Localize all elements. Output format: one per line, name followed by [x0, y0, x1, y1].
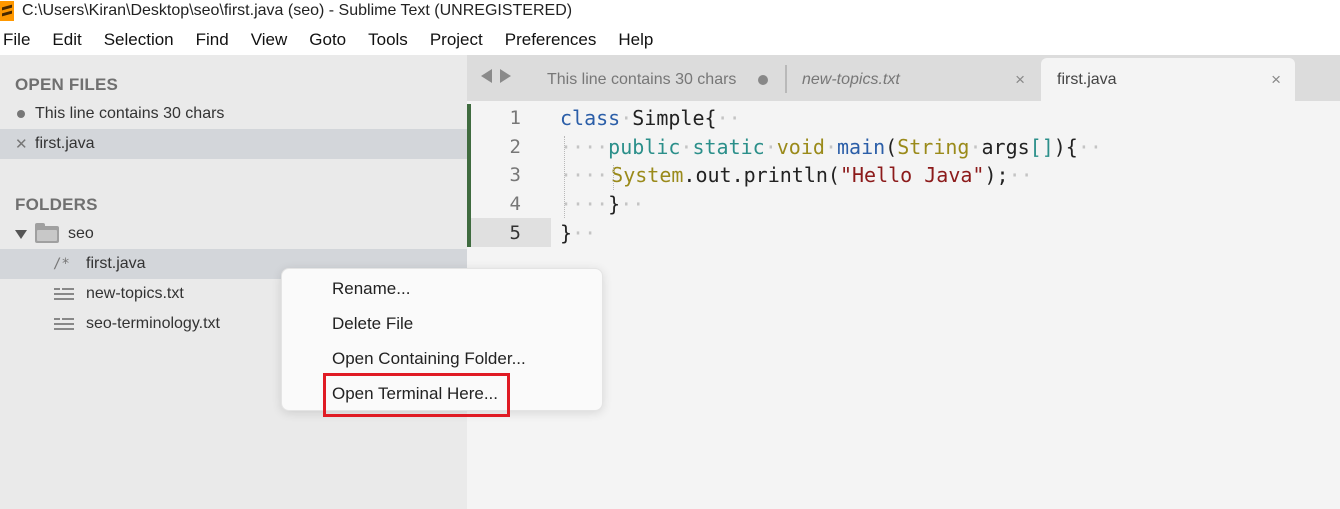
open-files-heading: OPEN FILES — [15, 75, 119, 94]
tab-bar: This line contains 30 chars new-topics.t… — [467, 55, 1340, 101]
file-label: new-topics.txt — [86, 285, 184, 302]
menu-file[interactable]: File — [3, 30, 30, 50]
line-number: 5 — [509, 221, 521, 244]
menu-find[interactable]: Find — [196, 30, 229, 50]
open-file-label: first.java — [35, 135, 95, 152]
folder-item-seo[interactable]: seo — [0, 219, 467, 249]
indent-guide — [613, 165, 614, 190]
file-label: seo-terminology.txt — [86, 315, 220, 332]
menu-item-delete-file[interactable]: Delete File — [332, 309, 413, 339]
close-icon[interactable]: × — [1271, 70, 1281, 90]
file-label: first.java — [86, 255, 146, 272]
arrow-right-icon[interactable] — [500, 69, 511, 83]
code-line: class·Simple{·· — [560, 106, 741, 130]
sublime-text-logo-icon — [0, 1, 14, 21]
open-file-item[interactable]: This line contains 30 chars — [0, 99, 467, 129]
close-icon[interactable]: ✕ — [15, 135, 28, 153]
annotation-highlight-box — [323, 373, 510, 417]
code-line: ····public·static·void·main(String·args[… — [560, 134, 1102, 159]
arrow-left-icon[interactable] — [481, 69, 492, 83]
text-file-icon — [54, 287, 74, 301]
menu-tools[interactable]: Tools — [368, 30, 408, 50]
code-line: ···· System.out.println("Hello Java");·· — [560, 163, 1033, 188]
folders-heading: FOLDERS — [15, 195, 98, 214]
unsaved-dot-icon — [758, 75, 768, 85]
code-line: }·· — [560, 220, 597, 245]
tab-label: new-topics.txt — [802, 70, 900, 88]
menu-bar: File Edit Selection Find View Goto Tools… — [0, 27, 675, 53]
tab-label: This line contains 30 chars — [547, 70, 737, 88]
code-text[interactable]: class·Simple{·· ····public·static·void·m… — [560, 104, 1102, 247]
indent-guide — [564, 136, 565, 218]
line-number: 2 — [509, 135, 521, 158]
tab-new-topics[interactable]: new-topics.txt × — [787, 58, 1039, 101]
menu-edit[interactable]: Edit — [52, 30, 81, 50]
tab-label: first.java — [1057, 70, 1117, 88]
text-file-icon — [54, 317, 74, 331]
folder-label: seo — [68, 225, 94, 242]
disclosure-triangle-icon[interactable] — [15, 229, 27, 239]
title-bar: C:\Users\Kiran\Desktop\seo\first.java (s… — [0, 0, 1340, 22]
menu-item-open-containing-folder[interactable]: Open Containing Folder... — [332, 344, 526, 374]
menu-preferences[interactable]: Preferences — [505, 30, 597, 50]
menu-goto[interactable]: Goto — [309, 30, 346, 50]
tab-this-line-contains[interactable]: This line contains 30 chars — [529, 58, 781, 101]
code-line: ····}·· — [560, 192, 645, 217]
menu-selection[interactable]: Selection — [104, 30, 174, 50]
tab-navigation — [481, 69, 511, 83]
line-number: 1 — [509, 107, 521, 129]
folder-icon — [35, 222, 59, 243]
java-file-icon: /* — [53, 256, 70, 272]
menu-help[interactable]: Help — [618, 30, 653, 50]
open-file-item[interactable]: ✕ first.java — [0, 129, 467, 159]
open-file-label: This line contains 30 chars — [35, 105, 225, 122]
tab-first-java[interactable]: first.java × — [1041, 58, 1295, 101]
line-number: 4 — [509, 193, 521, 216]
menu-item-rename[interactable]: Rename... — [332, 274, 410, 304]
unsaved-dot-icon — [17, 110, 25, 118]
menu-view[interactable]: View — [251, 30, 288, 50]
menu-project[interactable]: Project — [430, 30, 483, 50]
line-number-gutter: 1 2 3 4 5 — [471, 104, 521, 247]
line-number: 3 — [509, 164, 521, 187]
close-icon[interactable]: × — [1015, 70, 1025, 90]
window-title: C:\Users\Kiran\Desktop\seo\first.java (s… — [22, 2, 573, 19]
